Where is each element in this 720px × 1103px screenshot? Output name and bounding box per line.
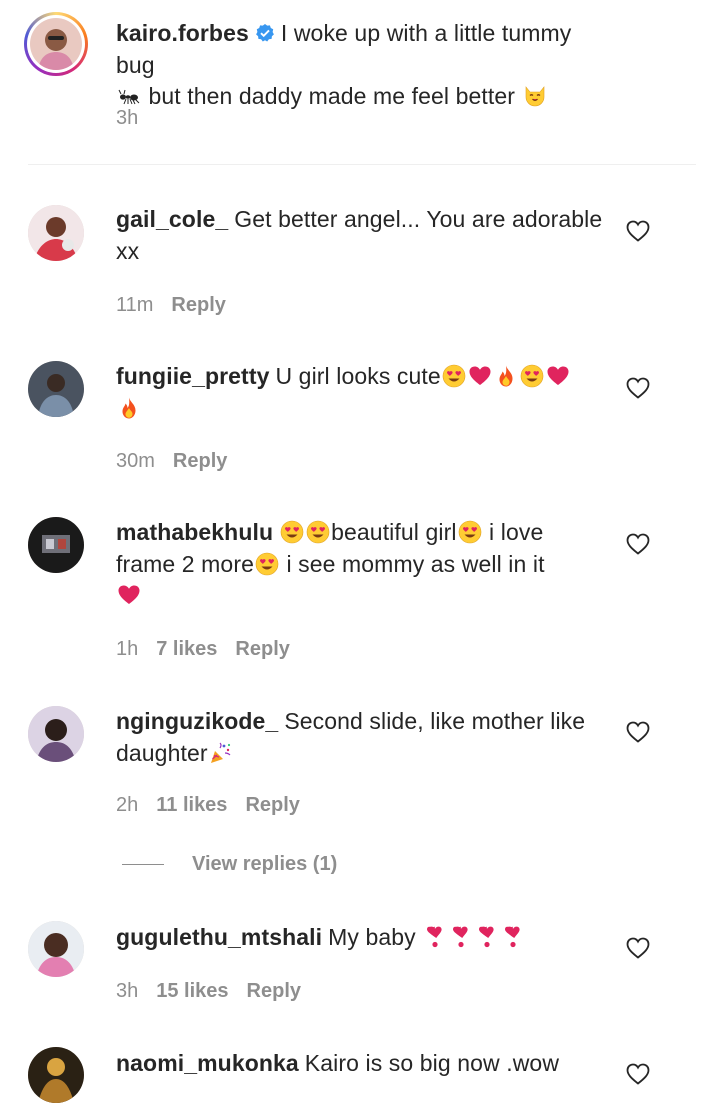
avatar[interactable] [28,361,84,417]
heart-eyes-icon [520,364,544,388]
avatar[interactable] [28,921,84,977]
reply-button[interactable]: Reply [173,450,227,472]
likes-count[interactable]: 11 likes [156,794,227,816]
avatar[interactable] [28,517,84,573]
divider [28,164,696,165]
comment-body: i see mommy as well in it [279,550,545,577]
post-caption: kairo.forbes I woke up with a little tumm… [0,0,720,164]
heart-exclamation-icon [501,925,525,949]
heart-exclamation-icon [449,925,473,949]
smirk-cat-icon [523,84,547,108]
caption-text: kairo.forbes I woke up with a little tumm… [116,18,608,113]
reply-button[interactable]: Reply [247,980,301,1002]
fire-icon [494,364,518,388]
likes-count[interactable]: 7 likes [156,638,217,660]
reply-button[interactable]: Reply [245,794,299,816]
comment-meta: 2h 11 likes Reply [116,794,300,817]
comment-text: fungiie_pretty U girl looks cute [116,361,608,424]
view-replies-button[interactable]: View replies (1) [122,853,337,881]
heart-eyes-icon [280,520,304,544]
avatar[interactable] [28,706,84,762]
avatar[interactable] [30,18,82,70]
likes-count[interactable]: 15 likes [156,980,228,1002]
comment-username[interactable]: fungiie_pretty [116,363,269,389]
red-heart-icon [546,364,570,388]
timestamp: 30m [116,450,155,472]
avatar[interactable] [28,205,84,261]
comment-body: U girl looks cute [275,363,441,389]
heart-eyes-icon [306,520,330,544]
comment-username[interactable]: naomi_mukonka [116,1050,299,1076]
comment-username[interactable]: gugulethu_mtshali [116,924,322,950]
caption-meta: 3h [116,107,138,130]
verified-badge-icon [255,24,274,42]
comment-text: mathabekhulu beautiful girl i love frame … [116,517,608,612]
timestamp: 2h [116,794,139,816]
comment-username[interactable]: mathabekhulu [116,519,273,545]
avatar[interactable] [28,1047,84,1103]
ant-icon [117,84,141,108]
reply-button[interactable]: Reply [235,638,289,660]
comment-text: naomi_mukonka Kairo is so big now .wow [116,1048,608,1080]
caption-username[interactable]: kairo.forbes [116,20,249,46]
heart-outline-icon[interactable] [626,721,650,743]
divider [122,864,164,866]
party-popper-icon [209,741,233,765]
comment-text: nginguzikode_ Second slide, like mother l… [116,706,608,769]
heart-outline-icon[interactable] [626,1063,650,1085]
comment-meta: 11m Reply [116,294,226,317]
comment-text: gail_cole_ Get better angel... You are ad… [116,204,608,267]
heart-eyes-icon [442,364,466,388]
timestamp: 11m [116,294,154,316]
heart-exclamation-icon [423,925,447,949]
heart-outline-icon[interactable] [626,937,650,959]
red-heart-icon [468,364,492,388]
comment-body: beautiful girl [331,519,457,545]
fire-icon [117,396,141,420]
red-heart-icon [117,583,141,607]
view-replies-label: View replies (1) [192,853,338,875]
story-ring[interactable] [24,12,88,76]
comment-meta: 1h 7 likes Reply [116,638,290,661]
caption-body-2: but then daddy made me feel better [142,83,516,109]
heart-eyes-icon [458,520,482,544]
comment-meta: 3h 15 likes Reply [116,980,301,1003]
timestamp: 3h [116,107,139,129]
comment-meta: 30m Reply [116,450,227,473]
heart-outline-icon[interactable] [626,220,650,242]
heart-exclamation-icon [475,925,499,949]
heart-outline-icon[interactable] [626,377,650,399]
comment-body: Kairo is so big now .wow [304,1050,560,1076]
comment-body: My baby [328,924,416,950]
heart-eyes-icon [255,552,279,576]
comment-username[interactable]: nginguzikode_ [116,708,278,734]
timestamp: 1h [116,638,139,660]
heart-outline-icon[interactable] [626,533,650,555]
comment-text: gugulethu_mtshali My baby [116,922,608,954]
timestamp: 3h [116,980,139,1002]
reply-button[interactable]: Reply [171,294,225,316]
comment-username[interactable]: gail_cole_ [116,206,228,232]
